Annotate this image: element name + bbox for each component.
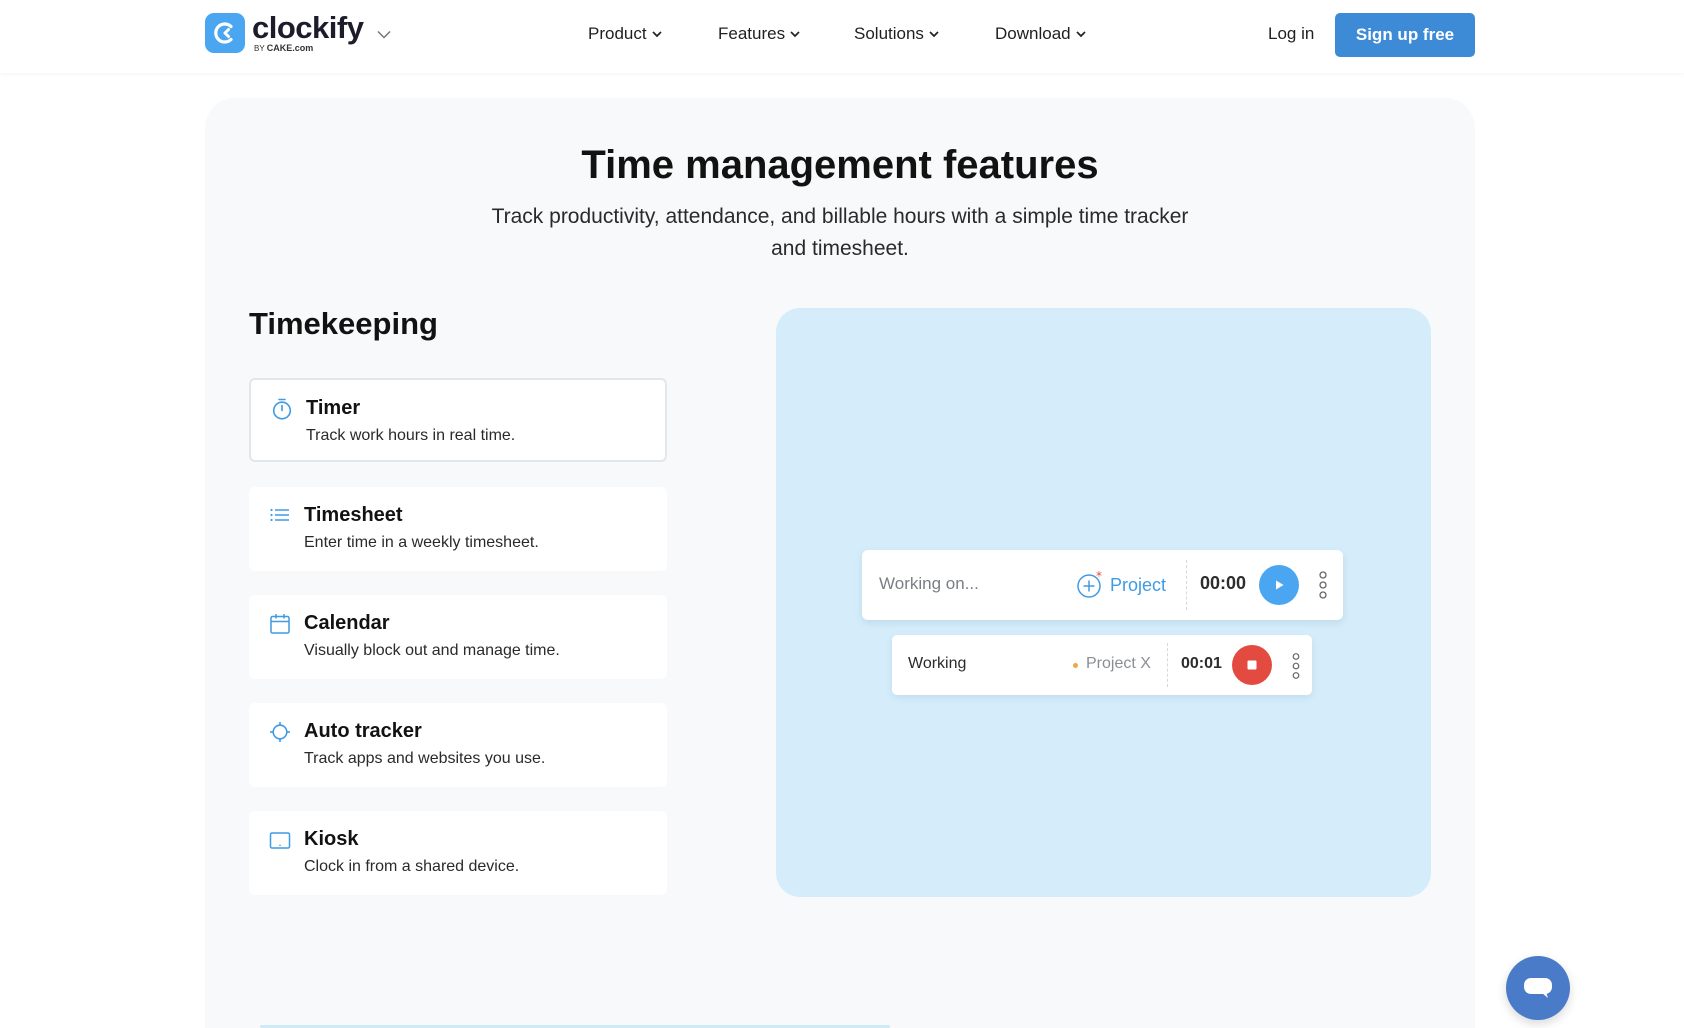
stop-icon xyxy=(1247,660,1257,670)
page-title: Time management features xyxy=(581,143,1099,187)
brand-name: clockify xyxy=(252,10,364,45)
clockify-logo[interactable]: clockify BY CAKE.com xyxy=(205,12,391,53)
chevron-down-icon[interactable] xyxy=(377,26,391,44)
timer-display: 00:00 xyxy=(1200,573,1247,593)
feature-title: Auto tracker xyxy=(304,720,422,742)
feature-tab-timesheet[interactable]: Timesheet Enter time in a weekly timeshe… xyxy=(249,487,667,571)
nav-solutions[interactable]: Solutions xyxy=(854,24,939,44)
feature-tab-kiosk[interactable]: Kiosk Clock in from a shared device. xyxy=(249,811,667,895)
clockify-logo-icon xyxy=(205,12,245,53)
timekeeping-heading: Timekeeping xyxy=(249,306,438,341)
svg-text:*: * xyxy=(1096,571,1102,583)
entry-timer-display: 00:01 xyxy=(1181,655,1222,672)
description-input[interactable]: Working on... xyxy=(879,574,979,594)
divider xyxy=(1167,643,1168,687)
feature-tab-calendar[interactable]: Calendar Visually block out and manage t… xyxy=(249,595,667,679)
features-section: Time management features Track productiv… xyxy=(205,98,1475,1028)
calendar-icon xyxy=(270,614,290,634)
nav-features[interactable]: Features xyxy=(718,24,800,44)
entry-project[interactable]: Project X xyxy=(1086,655,1151,673)
chat-icon xyxy=(1524,978,1552,998)
chevron-down-icon xyxy=(929,30,939,37)
crosshair-icon xyxy=(270,722,290,742)
timer-bar: Working on... * Project 00:00 xyxy=(862,550,1343,620)
brand-byline: BY CAKE.com xyxy=(254,43,314,53)
signup-button[interactable]: Sign up free xyxy=(1335,13,1475,57)
chevron-down-icon xyxy=(790,30,800,37)
feature-title: Kiosk xyxy=(304,828,359,850)
list-icon xyxy=(270,508,289,522)
project-picker[interactable]: * Project xyxy=(1076,571,1166,599)
chat-button[interactable] xyxy=(1506,956,1570,1020)
feature-desc: Enter time in a weekly timesheet. xyxy=(304,534,539,551)
nav-download[interactable]: Download xyxy=(995,24,1086,44)
chevron-down-icon xyxy=(651,30,662,37)
divider xyxy=(1186,560,1187,610)
timer-demo-panel: Working on... * Project 00:00 Working Pr… xyxy=(776,308,1431,897)
add-project-icon: * xyxy=(1077,571,1102,598)
stop-timer-button[interactable] xyxy=(1232,645,1272,685)
feature-title: Timesheet xyxy=(304,504,403,526)
feature-title: Calendar xyxy=(304,612,390,634)
time-entry-row: Working Project X 00:01 xyxy=(892,635,1312,695)
project-color-dot xyxy=(1073,663,1078,668)
more-options-icon[interactable] xyxy=(1318,570,1328,605)
more-options-icon[interactable] xyxy=(1291,652,1301,685)
entry-description[interactable]: Working xyxy=(908,655,966,673)
nav-product[interactable]: Product xyxy=(588,24,662,44)
chevron-down-icon xyxy=(1076,30,1086,37)
site-header: clockify BY CAKE.com Product Features So… xyxy=(0,0,1684,73)
stopwatch-icon xyxy=(272,398,292,420)
play-icon xyxy=(1276,580,1284,590)
feature-desc: Visually block out and manage time. xyxy=(304,642,560,659)
login-link[interactable]: Log in xyxy=(1268,24,1314,44)
feature-tab-auto-tracker[interactable]: Auto tracker Track apps and websites you… xyxy=(249,703,667,787)
feature-title: Timer xyxy=(306,397,361,419)
feature-desc: Clock in from a shared device. xyxy=(304,858,520,875)
start-timer-button[interactable] xyxy=(1259,565,1299,605)
feature-desc: Track apps and websites you use. xyxy=(304,750,546,767)
feature-desc: Track work hours in real time. xyxy=(306,427,516,444)
feature-tab-timer[interactable]: Timer Track work hours in real time. xyxy=(249,378,667,462)
page-subtitle: Track productivity, attendance, and bill… xyxy=(491,205,1189,260)
tablet-icon xyxy=(269,832,291,849)
